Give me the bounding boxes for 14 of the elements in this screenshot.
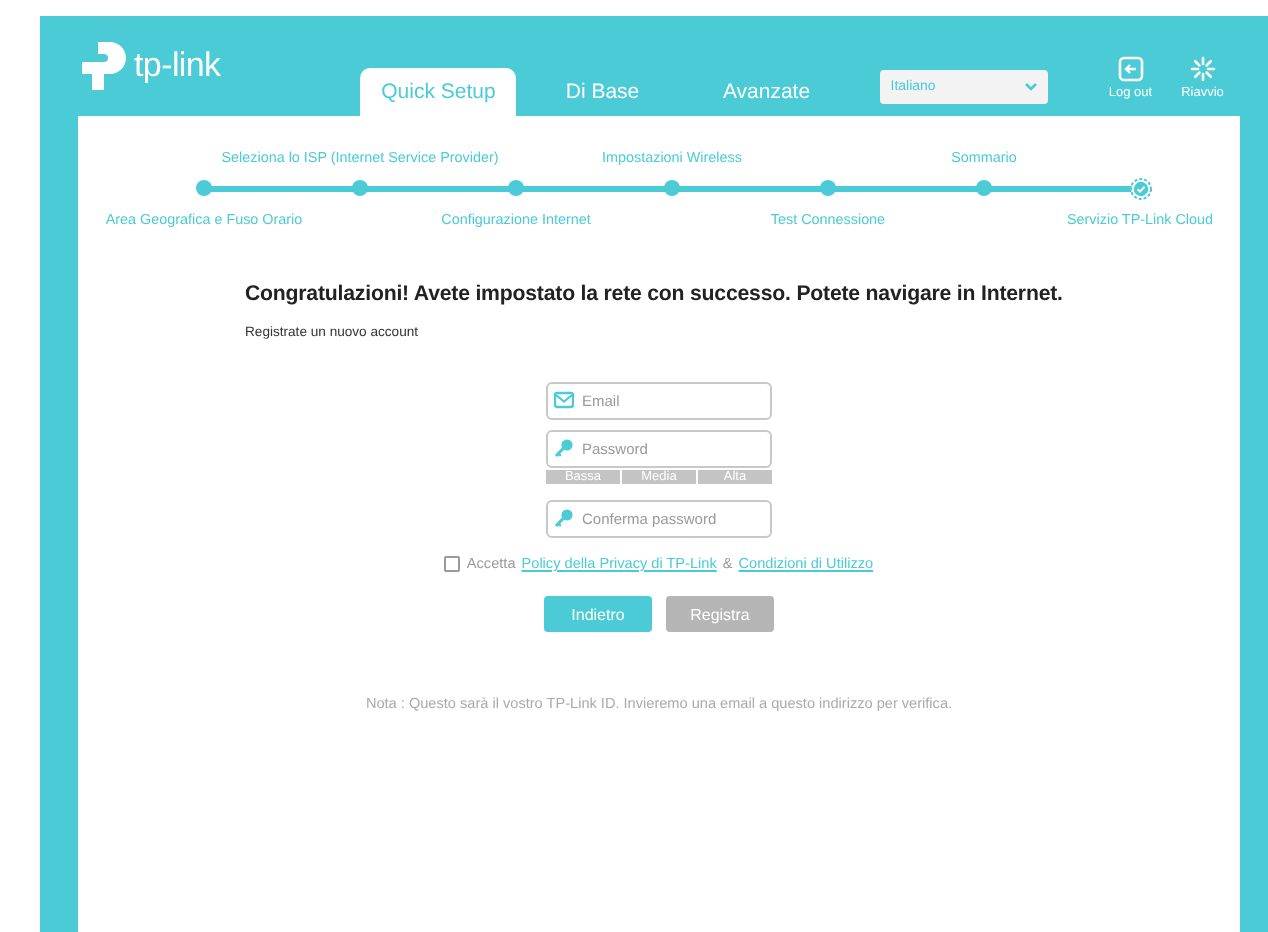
mail-icon bbox=[554, 389, 574, 409]
key-icon bbox=[554, 507, 574, 527]
checkbox[interactable] bbox=[444, 555, 461, 571]
logout-icon bbox=[1115, 56, 1146, 82]
key-icon bbox=[554, 437, 574, 457]
back-button[interactable]: Indietro bbox=[544, 596, 652, 632]
logo-icon bbox=[80, 40, 128, 92]
success-heading: Congratulazioni! Avete impostato la rete con successo. Potete navigare in Internet. bbox=[245, 280, 1065, 308]
logo-text: tp-link bbox=[134, 46, 221, 86]
spinner-icon bbox=[1187, 56, 1218, 82]
nav-tab[interactable]: Quick Setup bbox=[360, 68, 517, 116]
nav-tab[interactable]: Di Base bbox=[524, 68, 681, 116]
caret-icon bbox=[1024, 82, 1039, 92]
nav-tab[interactable]: Avanzate bbox=[688, 68, 845, 116]
